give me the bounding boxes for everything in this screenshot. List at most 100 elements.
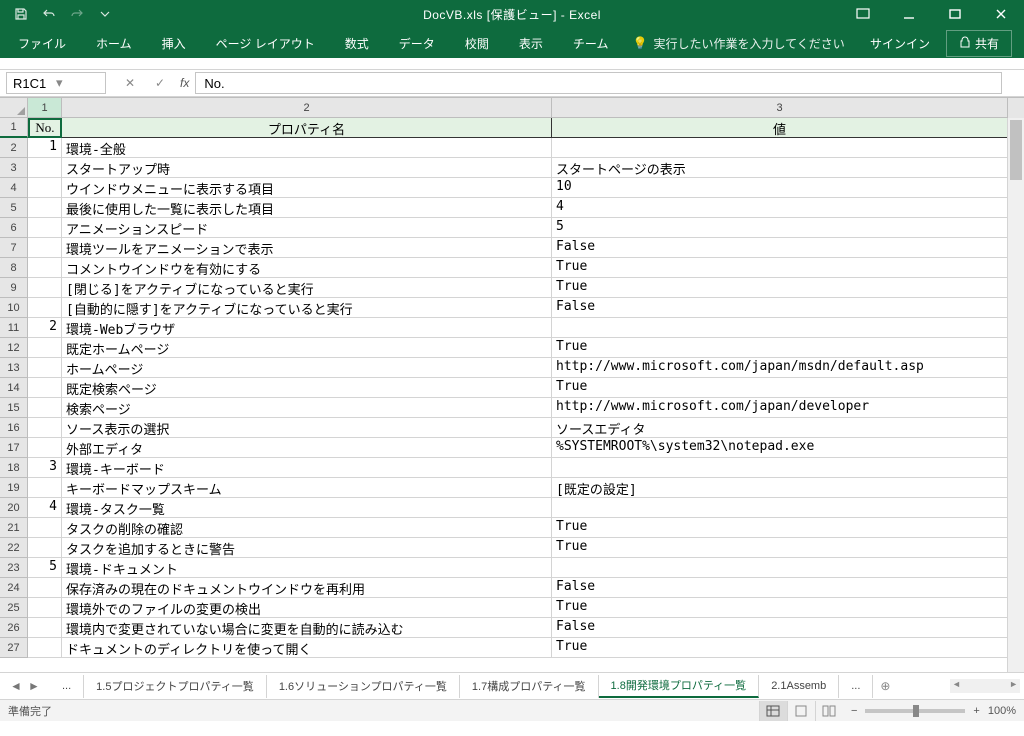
cell-no[interactable]: 2: [28, 318, 62, 338]
tab-file[interactable]: ファイル: [4, 29, 80, 58]
cell-value[interactable]: False: [552, 578, 1008, 598]
cell-property[interactable]: 最後に使用した一覧に表示した項目: [62, 198, 552, 218]
cell-header-no[interactable]: No.: [28, 118, 62, 138]
cell-no[interactable]: 4: [28, 498, 62, 518]
cell-no[interactable]: [28, 478, 62, 498]
row-header[interactable]: 7: [0, 238, 28, 258]
cell-property[interactable]: [閉じる]をアクティブになっていると実行: [62, 278, 552, 298]
cell-property[interactable]: ドキュメントのディレクトリを使って開く: [62, 638, 552, 658]
sheet-tab[interactable]: ...: [839, 675, 873, 698]
row-header[interactable]: 21: [0, 518, 28, 538]
row-header[interactable]: 14: [0, 378, 28, 398]
cell-property[interactable]: 環境ツールをアニメーションで表示: [62, 238, 552, 258]
row-header[interactable]: 17: [0, 438, 28, 458]
sheet-tab[interactable]: 2.1Assemb: [759, 675, 839, 698]
cell-value[interactable]: True: [552, 278, 1008, 298]
sign-in-button[interactable]: サインイン: [856, 29, 944, 58]
tab-team[interactable]: チーム: [559, 29, 623, 58]
cell-value[interactable]: 4: [552, 198, 1008, 218]
cell-value[interactable]: [552, 458, 1008, 478]
cell-no[interactable]: [28, 398, 62, 418]
close-icon[interactable]: [978, 0, 1024, 28]
sheet-nav-buttons[interactable]: ◄►: [0, 679, 50, 693]
cell-value[interactable]: スタートページの表示: [552, 158, 1008, 178]
add-sheet-icon[interactable]: ⊕: [873, 679, 897, 693]
zoom-in-icon[interactable]: +: [973, 705, 979, 717]
row-header[interactable]: 24: [0, 578, 28, 598]
cell-header-value[interactable]: 値: [552, 118, 1008, 138]
redo-icon[interactable]: [64, 1, 90, 27]
share-button[interactable]: 共有: [946, 30, 1012, 57]
cell-value[interactable]: 5: [552, 218, 1008, 238]
cell-property[interactable]: 既定ホームページ: [62, 338, 552, 358]
cell-no[interactable]: [28, 278, 62, 298]
sheet-tab[interactable]: 1.5プロジェクトプロパティ一覧: [84, 675, 267, 698]
cell-value[interactable]: http://www.microsoft.com/japan/msdn/defa…: [552, 358, 1008, 378]
name-box[interactable]: R1C1 ▾: [6, 72, 106, 94]
row-header[interactable]: 10: [0, 298, 28, 318]
tab-review[interactable]: 校閲: [451, 29, 503, 58]
cell-property[interactable]: アニメーションスピード: [62, 218, 552, 238]
minimize-icon[interactable]: [886, 0, 932, 28]
cell-no[interactable]: 3: [28, 458, 62, 478]
row-header[interactable]: 4: [0, 178, 28, 198]
cell-no[interactable]: [28, 358, 62, 378]
page-break-view-icon[interactable]: [815, 701, 843, 721]
row-header[interactable]: 1: [0, 118, 28, 138]
cell-value[interactable]: 10: [552, 178, 1008, 198]
cell-value[interactable]: [552, 558, 1008, 578]
row-header[interactable]: 5: [0, 198, 28, 218]
row-header[interactable]: 27: [0, 638, 28, 658]
cell-property[interactable]: 既定検索ページ: [62, 378, 552, 398]
maximize-icon[interactable]: [932, 0, 978, 28]
cell-property[interactable]: 保存済みの現在のドキュメントウインドウを再利用: [62, 578, 552, 598]
tell-me-box[interactable]: 💡 実行したい作業を入力してください: [632, 35, 844, 52]
enter-icon[interactable]: ✓: [146, 72, 174, 94]
fx-icon[interactable]: fx: [180, 76, 189, 90]
row-header[interactable]: 25: [0, 598, 28, 618]
tab-formulas[interactable]: 数式: [331, 29, 383, 58]
row-header[interactable]: 19: [0, 478, 28, 498]
row-header[interactable]: 11: [0, 318, 28, 338]
zoom-out-icon[interactable]: −: [851, 705, 857, 717]
sheet-tab[interactable]: ...: [50, 675, 84, 698]
cell-value[interactable]: False: [552, 238, 1008, 258]
cell-property[interactable]: ソース表示の選択: [62, 418, 552, 438]
cell-value[interactable]: False: [552, 618, 1008, 638]
cell-value[interactable]: [552, 498, 1008, 518]
cell-value[interactable]: %SYSTEMROOT%\system32\notepad.exe: [552, 438, 1008, 458]
cell-no[interactable]: [28, 578, 62, 598]
zoom-level[interactable]: 100%: [988, 705, 1016, 717]
cell-no[interactable]: [28, 418, 62, 438]
cell-no[interactable]: [28, 238, 62, 258]
cell-property[interactable]: 環境-全般: [62, 138, 552, 158]
cell-no[interactable]: [28, 378, 62, 398]
cell-value[interactable]: True: [552, 378, 1008, 398]
row-header[interactable]: 26: [0, 618, 28, 638]
cell-property[interactable]: 環境-Webブラウザ: [62, 318, 552, 338]
save-icon[interactable]: [8, 1, 34, 27]
cell-no[interactable]: [28, 198, 62, 218]
cell-no[interactable]: [28, 178, 62, 198]
cell-property[interactable]: 環境-キーボード: [62, 458, 552, 478]
tab-view[interactable]: 表示: [505, 29, 557, 58]
cell-property[interactable]: 検索ページ: [62, 398, 552, 418]
cell-property[interactable]: コメントウインドウを有効にする: [62, 258, 552, 278]
sheet-tab[interactable]: 1.8開発環境プロパティ一覧: [599, 675, 760, 698]
cell-no[interactable]: 5: [28, 558, 62, 578]
cell-no[interactable]: [28, 638, 62, 658]
row-header[interactable]: 22: [0, 538, 28, 558]
formula-input[interactable]: No.: [195, 72, 1002, 94]
row-header[interactable]: 23: [0, 558, 28, 578]
row-header[interactable]: 16: [0, 418, 28, 438]
row-header[interactable]: 2: [0, 138, 28, 158]
row-header[interactable]: 13: [0, 358, 28, 378]
cell-value[interactable]: True: [552, 518, 1008, 538]
tab-data[interactable]: データ: [385, 29, 449, 58]
cell-value[interactable]: True: [552, 338, 1008, 358]
row-header[interactable]: 3: [0, 158, 28, 178]
cell-no[interactable]: [28, 258, 62, 278]
col-header-3[interactable]: 3: [552, 98, 1008, 118]
row-header[interactable]: 6: [0, 218, 28, 238]
cell-property[interactable]: [自動的に隠す]をアクティブになっていると実行: [62, 298, 552, 318]
